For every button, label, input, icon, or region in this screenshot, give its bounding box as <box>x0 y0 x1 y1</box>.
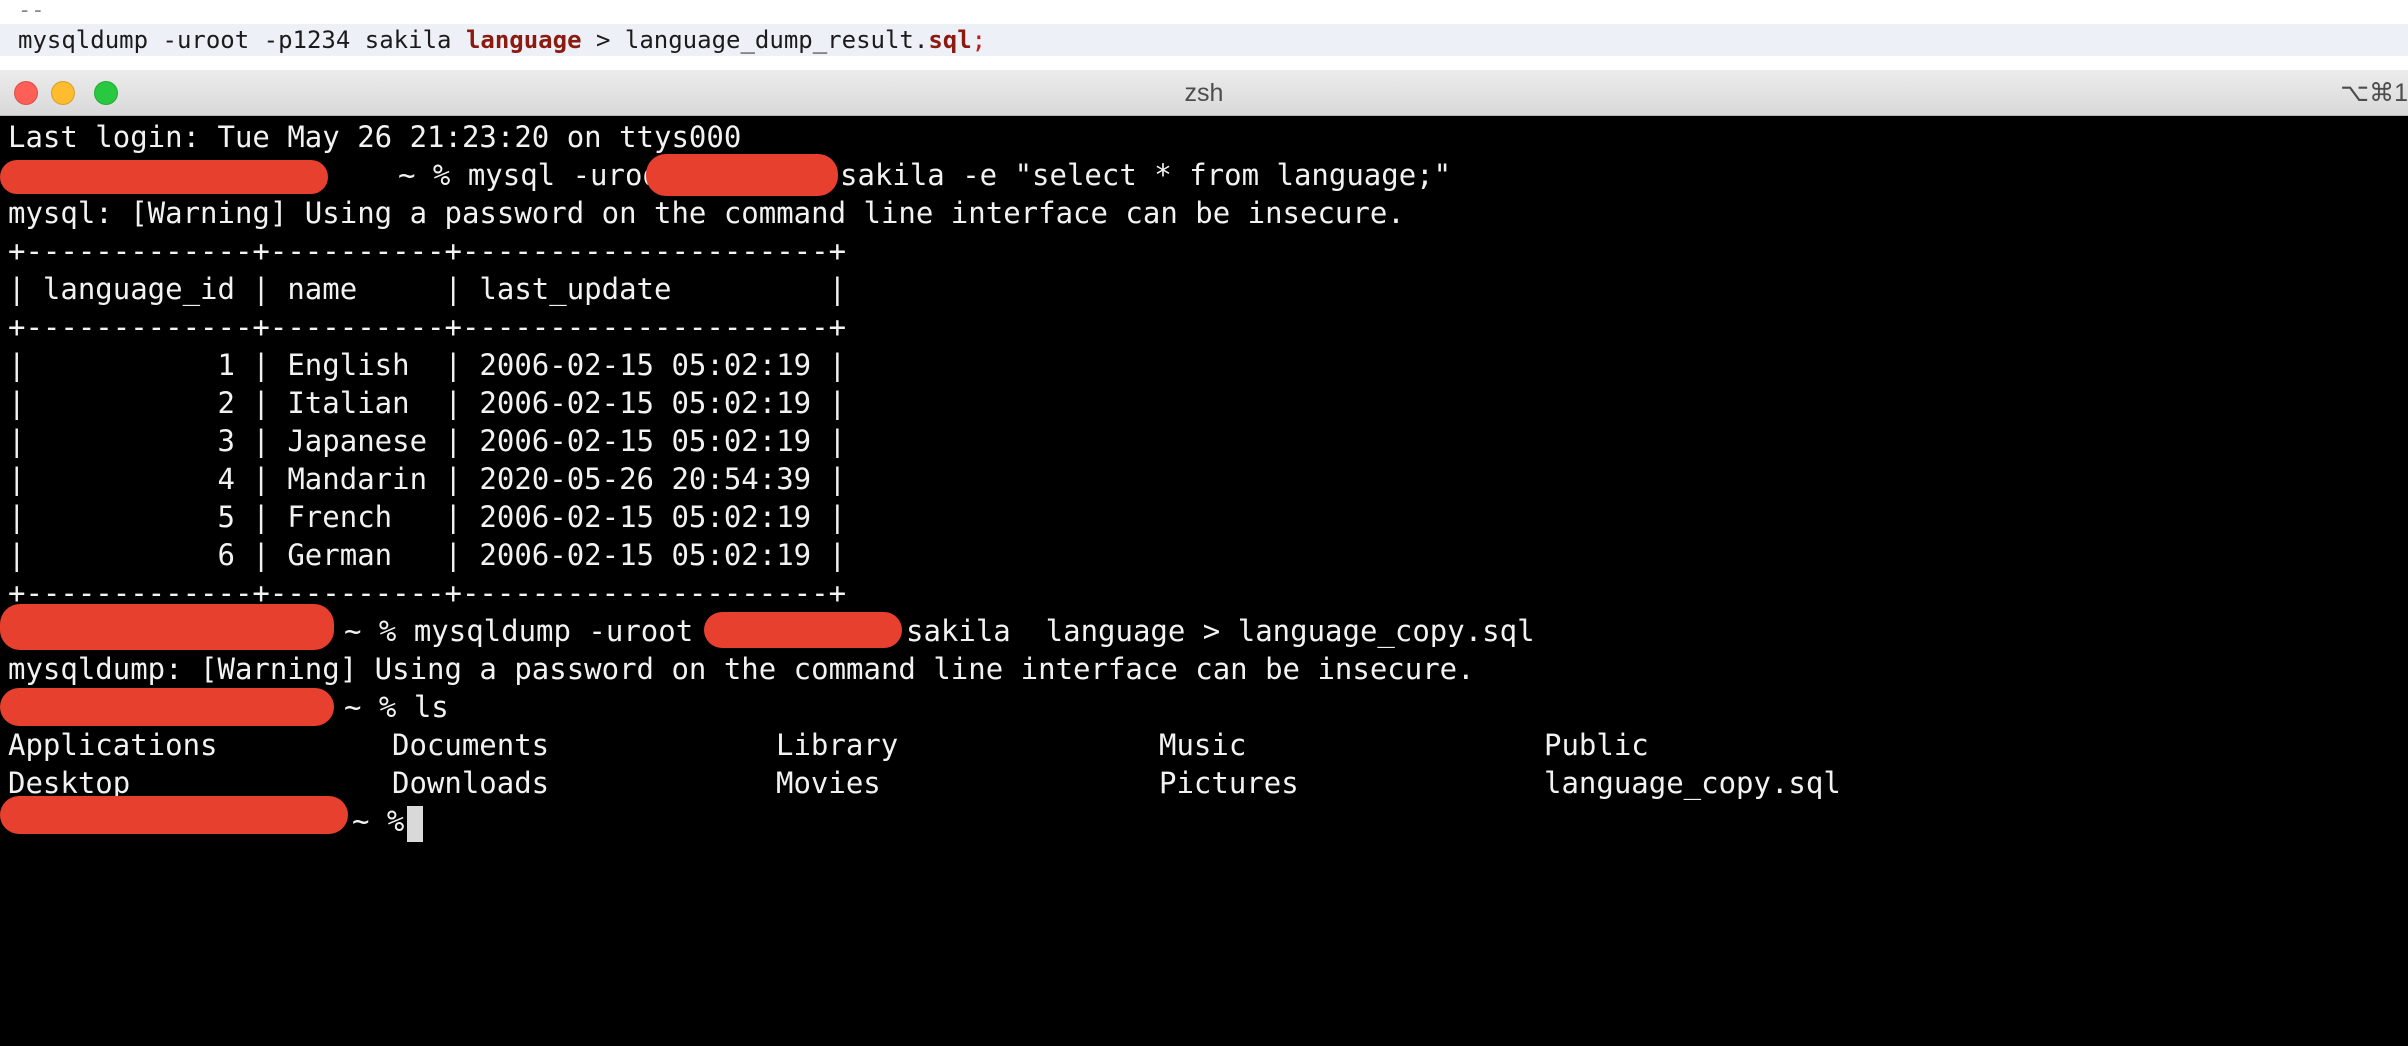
text-cursor[interactable] <box>407 806 423 842</box>
command-line-mysqldump-args: sakila language > language_copy.sql <box>906 614 1535 648</box>
ls-entry-language-copy-sql: language_copy.sql <box>1544 766 1841 800</box>
warning-line: mysql: [Warning] Using a password on the… <box>8 196 1405 230</box>
ls-entry-public: Public <box>1544 728 1649 762</box>
redaction-mark <box>0 604 334 650</box>
redaction-mark <box>0 796 348 834</box>
table-row: | 6 | German | 2006-02-15 05:02:19 | <box>8 538 847 572</box>
table-row: | 3 | Japanese | 2006-02-15 05:02:19 | <box>8 424 847 458</box>
ls-entry-movies: Movies <box>776 766 881 800</box>
window-titlebar[interactable]: zsh ⌥⌘1 <box>0 70 2408 116</box>
table-row: | 4 | Mandarin | 2020-05-26 20:54:39 | <box>8 462 847 496</box>
redaction-mark <box>0 688 334 726</box>
last-login-line: Last login: Tue May 26 21:23:20 on ttys0… <box>8 120 742 154</box>
ls-entry-library: Library <box>776 728 899 762</box>
editor-code-line[interactable]: mysqldump -uroot -p1234 sakila language … <box>0 24 2408 56</box>
ls-entry-downloads: Downloads <box>392 766 550 800</box>
redaction-mark <box>0 160 328 194</box>
table-header: | language_id | name | last_update | <box>8 272 847 306</box>
ls-entry-music: Music <box>1159 728 1247 762</box>
command-line-mysqldump: ~ % mysqldump -uroot -p <box>344 614 746 648</box>
redaction-mark <box>646 154 838 196</box>
window-shortcut-label: ⌥⌘1 <box>2340 79 2408 107</box>
table-row: | 2 | Italian | 2006-02-15 05:02:19 | <box>8 386 847 420</box>
code-keyword: language <box>465 26 582 54</box>
warning-line: mysqldump: [Warning] Using a password on… <box>8 652 1475 686</box>
table-row: | 5 | French | 2006-02-15 05:02:19 | <box>8 500 847 534</box>
command-line-ls: ~ % ls <box>344 690 449 724</box>
table-row: | 1 | English | 2006-02-15 05:02:19 | <box>8 348 847 382</box>
table-border: +-------------+----------+--------------… <box>8 310 847 344</box>
code-text: > language_dump_result. <box>581 26 929 54</box>
code-editor[interactable]: -- mysqldump -uroot -p1234 sakila langua… <box>0 0 2408 70</box>
ls-entry-applications: Applications <box>8 728 218 762</box>
redaction-mark <box>704 612 902 648</box>
code-keyword: sql <box>928 26 972 54</box>
terminal-output[interactable]: Last login: Tue May 26 21:23:20 on ttys0… <box>0 116 2408 1046</box>
table-border: +-------------+----------+--------------… <box>8 234 847 268</box>
ls-entry-pictures: Pictures <box>1159 766 1299 800</box>
code-text: mysqldump -uroot -p1234 sakila <box>18 26 466 54</box>
code-semicolon: ; <box>971 26 987 54</box>
window-title: zsh <box>1184 79 1224 107</box>
terminal-window[interactable]: zsh ⌥⌘1 Last login: Tue May 26 21:23:20 … <box>0 70 2408 1046</box>
ls-entry-documents: Documents <box>392 728 550 762</box>
command-line-mysql-args: sakila -e "select * from language;" <box>840 158 1452 192</box>
editor-comment-line: -- <box>18 0 45 23</box>
shell-prompt: ~ % <box>352 804 405 838</box>
